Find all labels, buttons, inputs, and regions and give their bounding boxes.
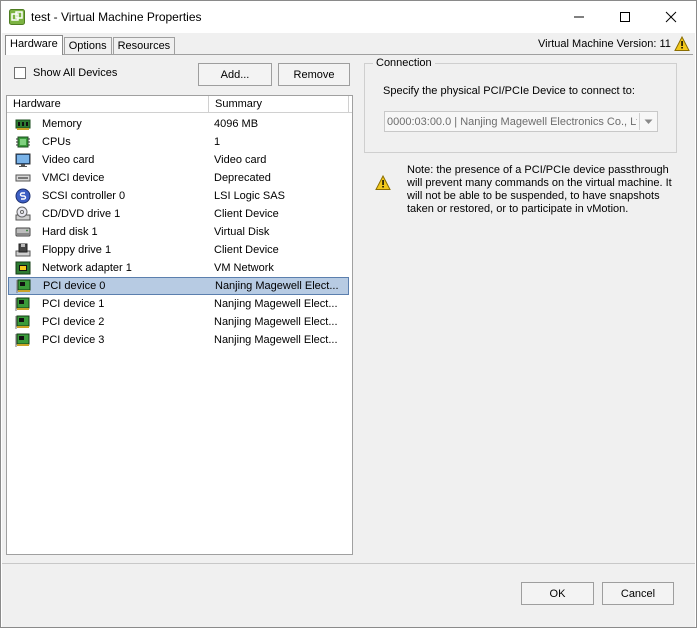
cpu-icon [16,136,30,148]
hardware-summary: 4096 MB [214,118,259,130]
column-header-summary[interactable]: Summary [209,96,349,113]
hardware-name: Floppy drive 1 [42,244,112,256]
hardware-list-header: Hardware Summary [7,96,352,113]
hardware-name: PCI device 2 [42,316,105,328]
show-all-devices-label: Show All Devices [33,67,118,79]
vm-properties-window: test - Virtual Machine Properties Hardwa… [0,0,697,628]
hardware-summary: Client Device [214,208,279,220]
pci-device-select[interactable]: 0000:03:00.0 | Nanjing Magewell Electron… [384,111,658,132]
table-row[interactable]: Video card Video card [8,151,349,169]
video-card-icon [15,153,31,167]
ok-button[interactable]: OK [521,582,594,605]
hardware-summary: Virtual Disk [214,226,270,238]
table-row[interactable]: CPUs 1 [8,133,349,151]
warning-icon [674,36,690,51]
hardware-summary: 1 [214,136,221,148]
add-button[interactable]: Add... [198,63,272,86]
floppy-icon [15,243,31,257]
window-title: test - Virtual Machine Properties [31,10,202,24]
column-header-hardware[interactable]: Hardware [7,96,209,113]
hardware-summary: Deprecated [214,172,271,184]
table-row[interactable]: Network adapter 1 VM Network [8,259,349,277]
tab-divider [5,54,693,55]
tab-options[interactable]: Options [63,37,112,55]
warning-icon [375,175,391,190]
footer-divider [2,563,695,564]
hardware-name: Network adapter 1 [42,262,132,274]
table-row[interactable]: PCI device 1 Nanjing Magewell Elect... [8,295,349,313]
hardware-name: PCI device 1 [42,298,105,310]
hardware-summary: Nanjing Magewell Elect... [215,280,339,292]
hardware-name: PCI device 0 [43,280,106,292]
vm-version-label: Virtual Machine Version: 11 [538,38,671,50]
minimize-button[interactable] [556,1,602,33]
table-row-selected[interactable]: PCI device 0 Nanjing Magewell Elect... [8,277,349,295]
hardware-summary: Video card [214,154,267,166]
table-row[interactable]: Floppy drive 1 Client Device [8,241,349,259]
hardware-name: CD/DVD drive 1 [42,208,121,220]
hardware-summary: VM Network [214,262,274,274]
maximize-button[interactable] [602,1,648,33]
hard-disk-icon [15,227,31,237]
tab-hardware[interactable]: Hardware [5,35,63,55]
connection-legend: Connection [373,57,435,69]
hardware-name: Memory [42,118,82,130]
app-icon [9,9,25,25]
hardware-summary: Nanjing Magewell Elect... [214,316,338,328]
table-row[interactable]: Hard disk 1 Virtual Disk [8,223,349,241]
network-adapter-icon [15,261,31,275]
show-all-devices[interactable]: Show All Devices [14,67,117,79]
table-row[interactable]: CD/DVD drive 1 Client Device [8,205,349,223]
title-bar[interactable]: test - Virtual Machine Properties [1,1,696,33]
close-button[interactable] [648,1,694,33]
hardware-summary: Nanjing Magewell Elect... [214,298,338,310]
hardware-name: VMCI device [42,172,105,184]
table-row[interactable]: Memory 4096 MB [8,115,349,133]
pci-device-icon [15,315,30,329]
pci-device-select-value: 0000:03:00.0 | Nanjing Magewell Electron… [387,115,637,128]
pci-device-icon [15,333,30,347]
tab-strip: Hardware Options Resources [5,35,176,55]
passthrough-note: Note: the presence of a PCI/PCIe device … [407,164,672,215]
cancel-button[interactable]: Cancel [602,582,674,605]
hardware-name: CPUs [42,136,71,148]
vmci-device-icon [15,174,31,182]
connection-group: Connection Specify the physical PCI/PCIe… [364,57,677,153]
table-row[interactable]: PCI device 2 Nanjing Magewell Elect... [8,313,349,331]
hardware-list[interactable]: Hardware Summary Memory 4096 MB CPUs 1 V… [6,95,353,555]
hardware-name: PCI device 3 [42,334,105,346]
minimize-icon [574,16,584,18]
close-icon [665,11,677,23]
table-row[interactable]: SCSI controller 0 LSI Logic SAS [8,187,349,205]
connection-description: Specify the physical PCI/PCIe Device to … [383,85,635,97]
hardware-name: Hard disk 1 [42,226,98,238]
table-row[interactable]: VMCI device Deprecated [8,169,349,187]
hardware-summary: LSI Logic SAS [214,190,285,202]
hardware-summary: Client Device [214,244,279,256]
pci-device-icon [16,279,31,293]
show-all-devices-checkbox[interactable] [14,67,26,79]
hardware-name: Video card [42,154,95,166]
hardware-name: SCSI controller 0 [42,190,126,202]
cd-dvd-icon [15,206,31,221]
table-row[interactable]: PCI device 3 Nanjing Magewell Elect... [8,331,349,349]
maximize-icon [620,12,630,22]
dialog-client-area: Hardware Options Resources Virtual Machi… [2,33,695,627]
tab-resources[interactable]: Resources [112,37,176,55]
scsi-controller-icon [15,188,31,204]
pci-device-icon [15,297,30,311]
hardware-summary: Nanjing Magewell Elect... [214,334,338,346]
remove-button[interactable]: Remove [278,63,350,86]
chevron-down-icon[interactable] [639,113,656,130]
memory-icon [15,119,31,130]
